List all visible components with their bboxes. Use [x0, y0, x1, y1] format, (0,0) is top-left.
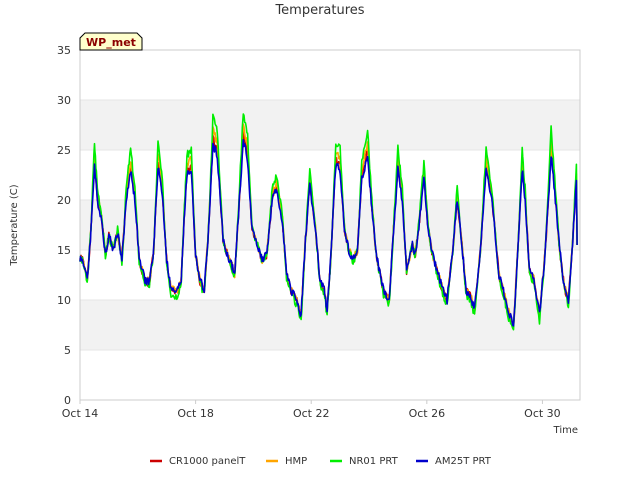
wp-met-badge: WP_met — [79, 32, 143, 51]
y-tick-label: 35 — [57, 44, 71, 57]
x-tick-label: Oct 14 — [62, 407, 99, 420]
y-tick-label: 5 — [64, 344, 71, 357]
badge-label: WP_met — [86, 36, 136, 49]
x-tick-label: Oct 18 — [177, 407, 214, 420]
x-axis-ticks: Oct 14 Oct 18 Oct 22 Oct 26 Oct 30 — [62, 400, 561, 420]
x-tick-label: Oct 30 — [524, 407, 561, 420]
y-tick-label: 10 — [57, 294, 71, 307]
legend-item-cr1000-panelt: CR1000 panelT — [150, 456, 246, 467]
chart-title: Temperatures — [274, 3, 364, 18]
legend-label: HMP — [285, 456, 307, 467]
y-axis-ticks: 0 5 10 15 20 25 30 35 — [57, 44, 71, 407]
legend-label: NR01 PRT — [349, 456, 399, 467]
x-tick-label: Oct 26 — [409, 407, 446, 420]
legend-item-hmp: HMP — [266, 456, 307, 467]
legend-label: AM25T PRT — [435, 456, 492, 467]
y-tick-label: 15 — [57, 244, 71, 257]
y-tick-label: 20 — [57, 194, 71, 207]
legend-label: CR1000 panelT — [169, 456, 246, 467]
x-tick-label: Oct 22 — [293, 407, 330, 420]
legend-item-am25t-prt: AM25T PRT — [416, 456, 492, 467]
legend: CR1000 panelT HMP NR01 PRT AM25T PRT — [150, 456, 492, 467]
grid-band — [80, 100, 580, 150]
legend-item-nr01-prt: NR01 PRT — [330, 456, 399, 467]
y-tick-label: 25 — [57, 144, 71, 157]
x-axis-label: Time — [553, 425, 578, 436]
y-axis-label: Temperature (C) — [9, 184, 20, 266]
y-tick-label: 30 — [57, 94, 71, 107]
y-tick-label: 0 — [64, 394, 71, 407]
temperature-chart: Temperatures 0 5 10 15 20 25 30 35 Oct 14 Oct 18… — [9, 3, 581, 467]
